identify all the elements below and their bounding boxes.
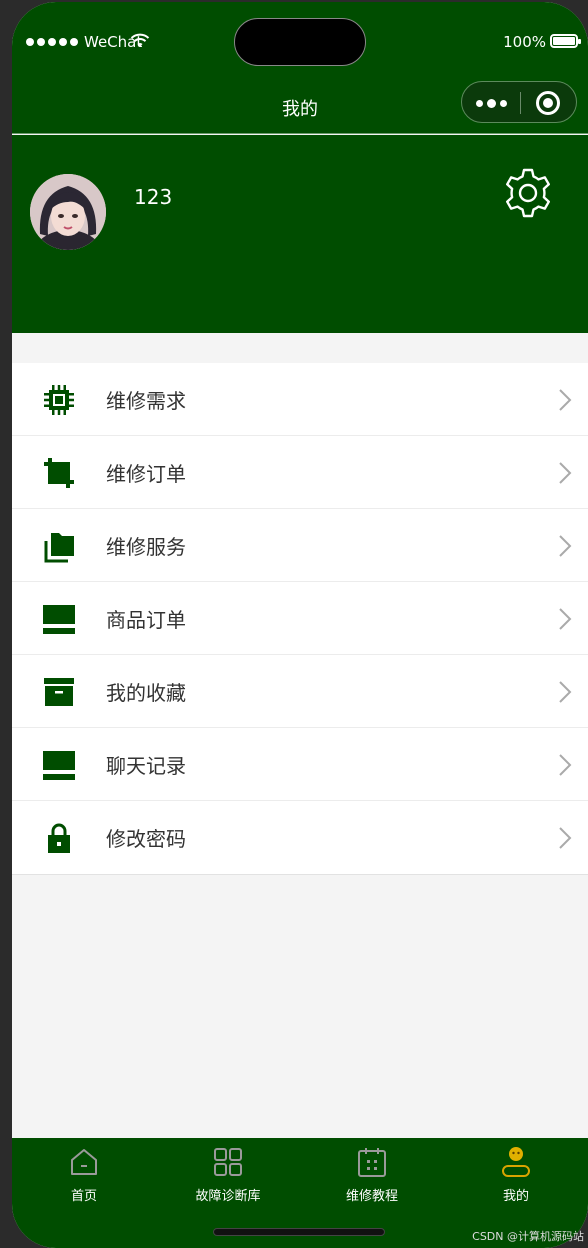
chip-icon — [44, 385, 74, 415]
signal-indicator: WeChat — [26, 33, 142, 51]
status-bar: WeChat 100% — [12, 2, 588, 76]
tab-fault-library[interactable]: 故障诊断库 — [156, 1138, 300, 1214]
profile-header: 123 — [12, 135, 588, 333]
home-indicator — [213, 1228, 385, 1236]
menu-item-product-orders[interactable]: 商品订单 — [12, 582, 588, 655]
folders-icon — [44, 533, 74, 563]
tab-repair-tutorials[interactable]: 维修教程 — [300, 1138, 444, 1214]
menu-item-label: 维修服务 — [106, 535, 186, 559]
menu-item-repair-orders[interactable]: 维修订单 — [12, 436, 588, 509]
tab-mine[interactable]: 我的 — [444, 1138, 588, 1214]
tab-home[interactable]: 首页 — [12, 1138, 156, 1214]
menu-item-favorites[interactable]: 我的收藏 — [12, 655, 588, 728]
monitor-icon — [43, 751, 75, 780]
menu-item-label: 修改密码 — [106, 827, 186, 851]
chevron-right-icon — [559, 681, 572, 703]
monitor-icon — [43, 605, 75, 634]
tab-label: 首页 — [70, 1189, 97, 1204]
username: 123 — [134, 185, 173, 209]
chevron-right-icon — [559, 827, 572, 849]
signal-dots-icon — [26, 38, 78, 46]
chevron-right-icon — [559, 462, 572, 484]
dynamic-island — [234, 18, 366, 66]
menu-item-repair-service[interactable]: 维修服务 — [12, 509, 588, 582]
miniprogram-capsule — [461, 81, 577, 123]
wifi-icon — [130, 33, 150, 47]
gear-icon[interactable] — [502, 167, 554, 219]
menu-item-label: 我的收藏 — [106, 681, 186, 705]
menu-item-change-password[interactable]: 修改密码 — [12, 801, 588, 874]
home-icon — [71, 1149, 97, 1175]
capsule-divider — [520, 92, 521, 114]
phone-screen: WeChat 100% 我的 123 维修需求 维修订单 维修服务 商品订单 我… — [12, 2, 588, 1248]
close-miniprogram-icon[interactable] — [536, 91, 560, 115]
menu-item-chat-history[interactable]: 聊天记录 — [12, 728, 588, 801]
user-icon — [502, 1147, 530, 1177]
tab-label: 我的 — [502, 1189, 529, 1204]
menu-item-repair-request[interactable]: 维修需求 — [12, 363, 588, 436]
avatar-image — [30, 174, 106, 250]
menu-list: 维修需求 维修订单 维修服务 商品订单 我的收藏 聊天记录 修改密码 — [12, 363, 588, 875]
tab-label: 故障诊断库 — [195, 1189, 261, 1204]
battery-icon — [550, 34, 581, 48]
menu-item-label: 聊天记录 — [106, 754, 186, 778]
crop-icon — [44, 458, 74, 488]
watermark: CSDN @计算机源码站 — [472, 1230, 584, 1243]
tab-label: 维修教程 — [345, 1189, 398, 1204]
chevron-right-icon — [559, 535, 572, 557]
chevron-right-icon — [559, 389, 572, 411]
avatar[interactable] — [30, 174, 106, 250]
menu-item-label: 维修需求 — [106, 389, 186, 413]
navigation-bar: 我的 — [12, 76, 588, 134]
calendar-icon — [358, 1148, 386, 1177]
menu-item-label: 维修订单 — [106, 462, 186, 486]
chevron-right-icon — [559, 608, 572, 630]
lock-icon — [48, 823, 70, 853]
battery-percentage: 100% — [503, 33, 546, 51]
archive-icon — [44, 678, 74, 706]
menu-item-label: 商品订单 — [106, 608, 186, 632]
grid-icon — [214, 1148, 242, 1176]
more-icon[interactable] — [476, 95, 512, 111]
chevron-right-icon — [559, 754, 572, 776]
